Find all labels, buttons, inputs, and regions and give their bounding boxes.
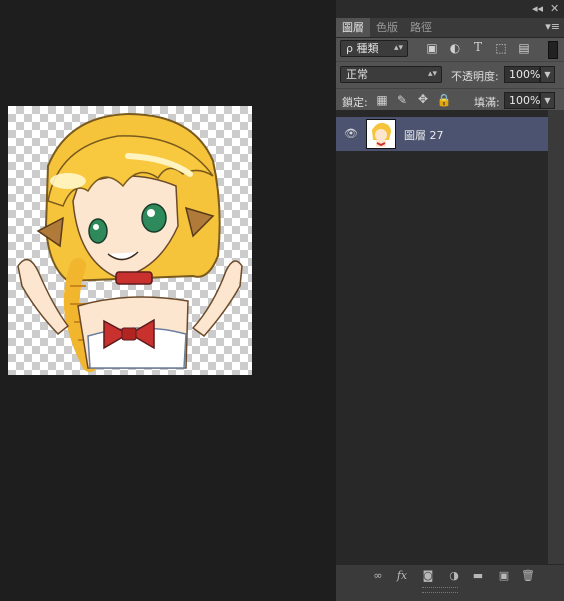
layer-thumbnail <box>366 119 396 149</box>
tab-paths[interactable]: 路徑 <box>404 18 438 37</box>
blend-mode-select[interactable]: 正常 ▴▾ <box>340 66 442 83</box>
fx-icon[interactable]: fx <box>394 569 410 582</box>
new-layer-icon[interactable]: ▣ <box>496 569 512 582</box>
visibility-eye-icon[interactable]: 👁 <box>344 127 358 141</box>
mask-icon[interactable]: ◙ <box>420 569 436 582</box>
adjustment-filter-icon[interactable]: ◐ <box>447 41 463 55</box>
character-artwork <box>17 112 243 372</box>
collapse-panel-button[interactable]: ◂◂ <box>532 2 543 15</box>
tab-channels[interactable]: 色版 <box>370 18 404 37</box>
panel-menu-icon[interactable]: ▾≡ <box>545 20 560 33</box>
layer-name[interactable]: 圖層 27 <box>404 127 444 143</box>
resize-grip[interactable] <box>422 587 458 593</box>
tab-layers[interactable]: 圖層 <box>336 18 370 37</box>
document-canvas[interactable] <box>8 106 252 375</box>
fill-dropdown-button[interactable]: ▼ <box>540 92 555 109</box>
link-icon[interactable]: ∞ <box>370 569 386 582</box>
shape-filter-icon[interactable]: ⬚ <box>493 41 509 55</box>
group-folder-icon[interactable]: ▬ <box>470 569 486 582</box>
layers-panel: ◂◂ ✕ 圖層 色版 路徑 ▾≡ ρ 種類 ▴▾ ▣ ◐ T ⬚ ▤ 正常 ▴▾… <box>336 0 564 601</box>
lock-paint-icon[interactable]: ✎ <box>394 93 410 107</box>
updown-arrow-icon: ▴▾ <box>393 43 403 53</box>
opacity-input[interactable]: 100% <box>504 66 540 83</box>
panel-footer: ∞ fx ◙ ◑ ▬ ▣ 🗑 <box>336 564 564 601</box>
lock-row: 鎖定: ▦ ✎ ✥ 🔒 填滿: 100% ▼ <box>336 88 564 111</box>
layer-row[interactable]: 👁 圖層 27 <box>336 117 548 151</box>
filter-toggle-icon[interactable] <box>548 41 558 59</box>
opacity-label: 不透明度: <box>451 70 499 83</box>
lock-all-icon[interactable]: 🔒 <box>436 93 452 107</box>
blend-row: 正常 ▴▾ 不透明度: 100% ▼ <box>336 61 564 88</box>
opacity-dropdown-button[interactable]: ▼ <box>540 66 555 83</box>
fill-label: 填滿: <box>474 96 500 109</box>
layer-list-scrollbar[interactable] <box>548 110 564 564</box>
filter-row: ρ 種類 ▴▾ ▣ ◐ T ⬚ ▤ <box>336 37 564 61</box>
filter-kind-select[interactable]: ρ 種類 ▴▾ <box>340 40 408 57</box>
filter-kind-label: 種類 <box>356 42 379 55</box>
fill-input[interactable]: 100% <box>504 92 540 109</box>
adjustment-icon[interactable]: ◑ <box>446 569 462 582</box>
search-icon: ρ <box>346 42 353 55</box>
lock-move-icon[interactable]: ✥ <box>415 92 431 106</box>
lock-label: 鎖定: <box>342 96 368 109</box>
close-panel-button[interactable]: ✕ <box>550 2 559 15</box>
smart-object-filter-icon[interactable]: ▤ <box>516 41 532 55</box>
panel-tabs: 圖層 色版 路徑 ▾≡ <box>336 18 564 38</box>
layer-list <box>336 110 548 564</box>
lock-transparent-icon[interactable]: ▦ <box>374 93 390 107</box>
trash-icon[interactable]: 🗑 <box>520 569 536 582</box>
type-filter-icon[interactable]: T <box>470 40 486 54</box>
panel-title-strip: ◂◂ ✕ <box>336 0 564 18</box>
blend-mode-value: 正常 <box>346 68 368 81</box>
updown-arrow-icon: ▴▾ <box>427 69 437 79</box>
image-filter-icon[interactable]: ▣ <box>424 41 440 55</box>
